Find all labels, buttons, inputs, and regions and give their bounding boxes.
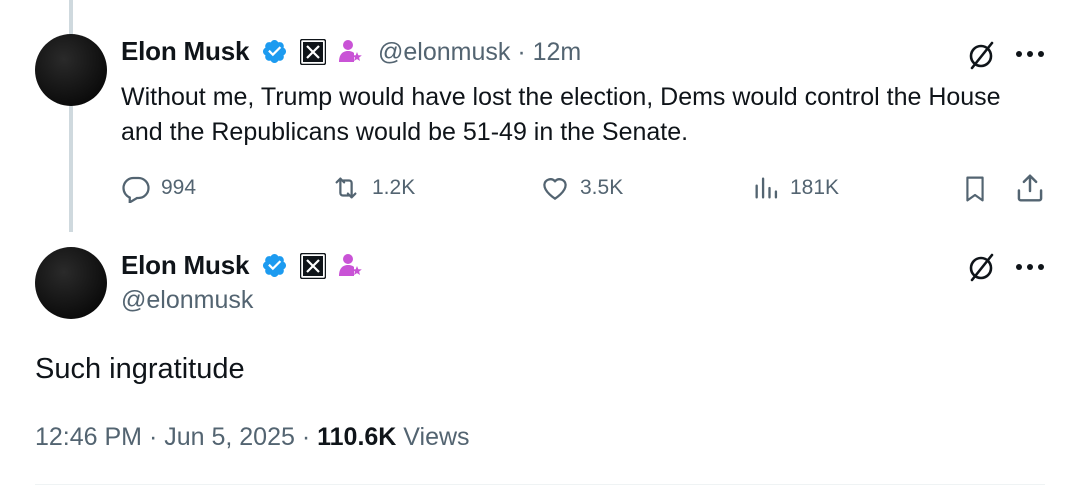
like-count: 3.5K xyxy=(580,176,624,199)
tweet-text: Such ingratitude xyxy=(35,353,245,385)
grok-icon[interactable] xyxy=(968,252,996,282)
reply-icon xyxy=(122,176,150,203)
display-name[interactable]: Elon Musk xyxy=(121,250,249,280)
repost-count: 1.2K xyxy=(372,176,416,199)
views-count: 110.6K xyxy=(317,423,397,451)
verified-badge-icon[interactable] xyxy=(261,252,288,279)
views-icon xyxy=(755,177,778,199)
handle[interactable]: @elonmusk xyxy=(121,285,253,315)
tweet-text: Without me, Trump would have lost the el… xyxy=(121,83,1001,146)
repost-button[interactable]: 1.2K xyxy=(330,172,415,204)
share-icon[interactable] xyxy=(1015,172,1045,204)
avatar[interactable] xyxy=(35,247,107,319)
timestamp[interactable]: 12:46 PM · Jun 5, 2025 · xyxy=(35,423,317,451)
x-logo-icon xyxy=(300,39,326,65)
pink-person-icon xyxy=(339,40,362,62)
repost-icon xyxy=(335,177,357,199)
tweet-meta: 12:46 PM · Jun 5, 2025 · 110.6K Views xyxy=(35,420,470,454)
views-label: Views xyxy=(396,423,470,451)
verified-badge-icon[interactable] xyxy=(261,38,288,65)
reply-count: 994 xyxy=(161,176,197,199)
x-logo-icon xyxy=(300,253,326,279)
divider xyxy=(35,484,1045,485)
like-icon xyxy=(543,178,567,200)
reply-button[interactable]: 994 xyxy=(121,172,196,204)
more-icon[interactable] xyxy=(1015,50,1045,58)
views-button[interactable]: 181K xyxy=(752,172,839,204)
handle-and-time[interactable]: @elonmusk · 12m xyxy=(378,37,581,67)
like-button[interactable]: 3.5K xyxy=(540,172,623,204)
bookmark-icon[interactable] xyxy=(962,174,988,204)
grok-icon[interactable] xyxy=(968,40,996,70)
pink-person-icon xyxy=(339,254,362,276)
more-icon[interactable] xyxy=(1015,263,1045,271)
display-name[interactable]: Elon Musk xyxy=(121,36,249,66)
views-count: 181K xyxy=(790,176,840,199)
avatar[interactable] xyxy=(35,34,107,106)
